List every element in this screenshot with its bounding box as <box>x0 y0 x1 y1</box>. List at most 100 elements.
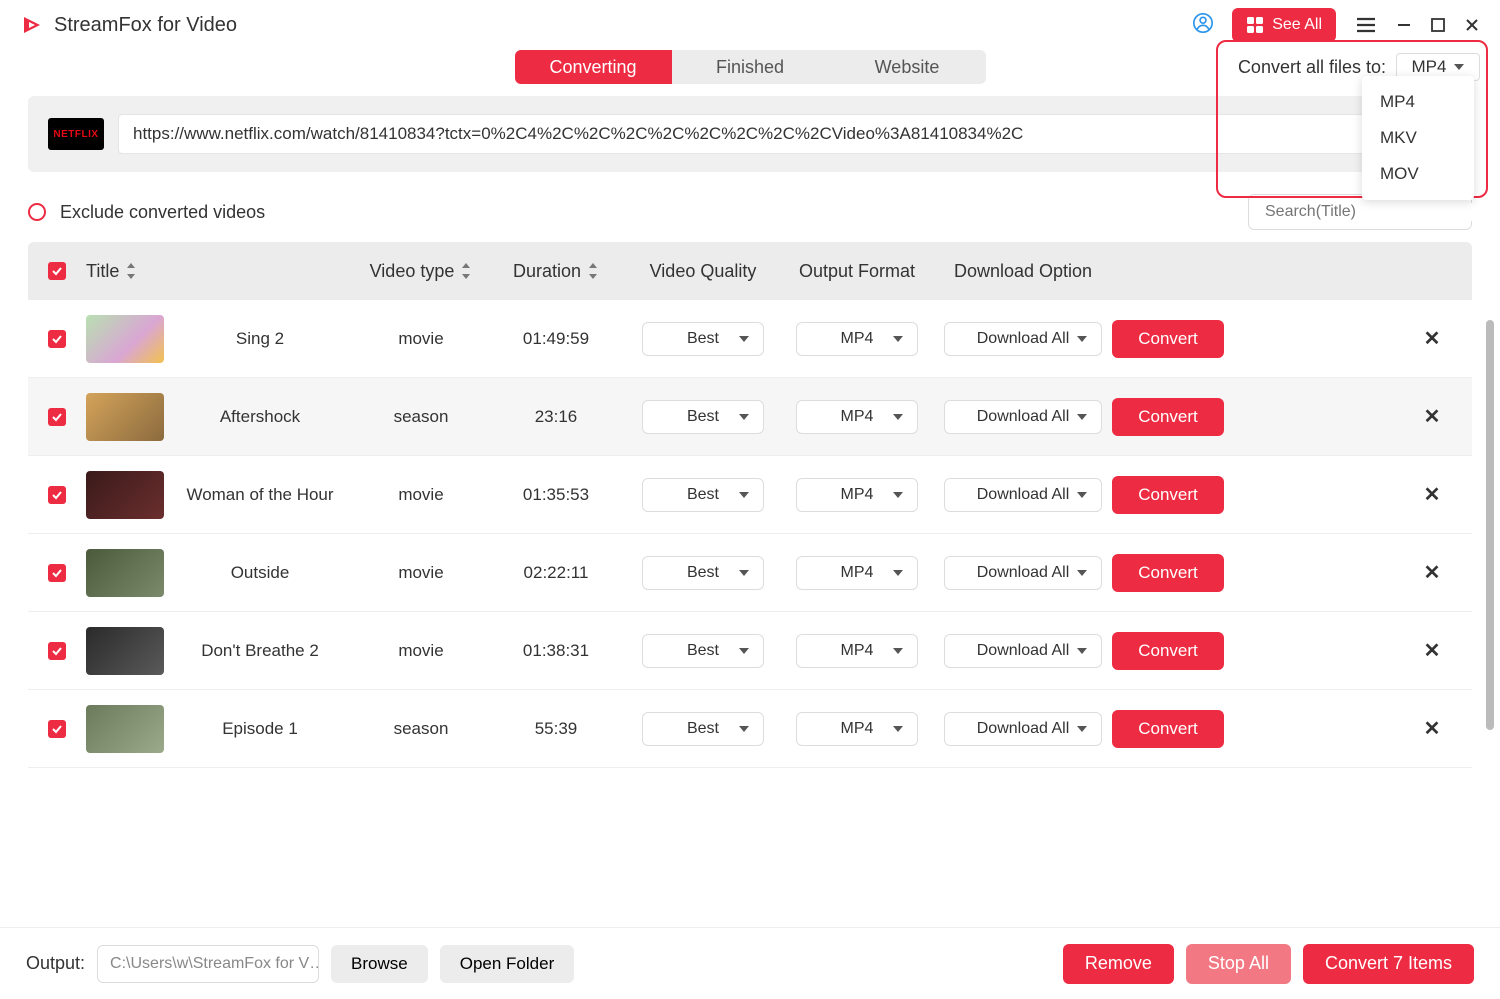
row-checkbox[interactable] <box>48 720 66 738</box>
convert-button[interactable]: Convert <box>1112 398 1224 436</box>
quality-select[interactable]: Best <box>642 712 764 746</box>
remove-row-icon[interactable]: ✕ <box>1412 638 1452 663</box>
format-select[interactable]: MP4 <box>796 322 918 356</box>
caret-down-icon <box>739 570 749 576</box>
table: Title Video type Duration Video Quality … <box>28 242 1472 768</box>
video-type: season <box>356 407 486 427</box>
remove-row-icon[interactable]: ✕ <box>1412 326 1452 351</box>
format-option-mp4[interactable]: MP4 <box>1362 84 1474 120</box>
quality-select[interactable]: Best <box>642 400 764 434</box>
column-quality: Video Quality <box>626 261 780 282</box>
caret-down-icon <box>893 492 903 498</box>
quality-select[interactable]: Best <box>642 322 764 356</box>
table-row: Sing 2 movie 01:49:59 Best MP4 Download … <box>28 300 1472 378</box>
convert-items-button[interactable]: Convert 7 Items <box>1303 944 1474 984</box>
download-select[interactable]: Download All <box>944 556 1102 590</box>
caret-down-icon <box>1077 492 1087 498</box>
remove-row-icon[interactable]: ✕ <box>1412 482 1452 507</box>
remove-row-icon[interactable]: ✕ <box>1412 404 1452 429</box>
tab-converting[interactable]: Converting <box>515 50 672 84</box>
quality-select[interactable]: Best <box>642 478 764 512</box>
footer: Output: C:\Users\w\StreamFox for V… Brow… <box>0 927 1500 999</box>
caret-down-icon <box>893 336 903 342</box>
filter-row: Exclude converted videos <box>0 172 1500 242</box>
remove-row-icon[interactable]: ✕ <box>1412 560 1452 585</box>
browse-button[interactable]: Browse <box>331 945 428 983</box>
remove-row-icon[interactable]: ✕ <box>1412 716 1452 741</box>
format-option-mkv[interactable]: MKV <box>1362 120 1474 156</box>
caret-down-icon <box>893 414 903 420</box>
minimize-icon[interactable] <box>1396 17 1412 33</box>
remove-button[interactable]: Remove <box>1063 944 1174 984</box>
convert-button[interactable]: Convert <box>1112 476 1224 514</box>
download-select[interactable]: Download All <box>944 322 1102 356</box>
video-title: Aftershock <box>164 407 356 427</box>
table-row: Outside movie 02:22:11 Best MP4 Download… <box>28 534 1472 612</box>
title-search-input[interactable] <box>1265 203 1472 221</box>
column-title[interactable]: Title <box>66 261 356 282</box>
video-thumbnail <box>86 627 164 675</box>
quality-select[interactable]: Best <box>642 556 764 590</box>
stop-all-button[interactable]: Stop All <box>1186 944 1291 984</box>
convert-button[interactable]: Convert <box>1112 320 1224 358</box>
tab-website[interactable]: Website <box>829 50 986 84</box>
video-thumbnail <box>86 315 164 363</box>
caret-down-icon <box>893 648 903 654</box>
download-select[interactable]: Download All <box>944 478 1102 512</box>
circle-icon <box>28 203 46 221</box>
tabs: Converting Finished Website <box>515 50 986 84</box>
format-option-mov[interactable]: MOV <box>1362 156 1474 192</box>
convert-button[interactable]: Convert <box>1112 632 1224 670</box>
convert-button[interactable]: Convert <box>1112 710 1224 748</box>
video-title: Outside <box>164 563 356 583</box>
see-all-label: See All <box>1272 16 1322 34</box>
video-duration: 01:49:59 <box>486 329 626 349</box>
exclude-toggle[interactable]: Exclude converted videos <box>28 202 265 223</box>
format-select[interactable]: MP4 <box>796 556 918 590</box>
see-all-button[interactable]: See All <box>1232 8 1336 42</box>
convert-button[interactable]: Convert <box>1112 554 1224 592</box>
format-select[interactable]: MP4 <box>796 478 918 512</box>
quality-select[interactable]: Best <box>642 634 764 668</box>
column-type[interactable]: Video type <box>356 261 486 282</box>
video-title: Sing 2 <box>164 329 356 349</box>
row-checkbox[interactable] <box>48 408 66 426</box>
download-select[interactable]: Download All <box>944 712 1102 746</box>
app-logo: StreamFox for Video <box>20 13 237 37</box>
format-select[interactable]: MP4 <box>796 712 918 746</box>
url-bar: NETFLIX S <box>28 96 1472 172</box>
scrollbar-thumb[interactable] <box>1486 320 1494 730</box>
maximize-icon[interactable] <box>1430 17 1446 33</box>
grid-icon <box>1246 16 1264 34</box>
download-select[interactable]: Download All <box>944 400 1102 434</box>
convert-all-value: MP4 <box>1412 57 1447 77</box>
table-row: Episode 1 season 55:39 Best MP4 Download… <box>28 690 1472 768</box>
caret-down-icon <box>1454 64 1464 70</box>
column-duration[interactable]: Duration <box>486 261 626 282</box>
format-select[interactable]: MP4 <box>796 634 918 668</box>
caret-down-icon <box>1077 570 1087 576</box>
row-checkbox[interactable] <box>48 486 66 504</box>
url-input[interactable] <box>118 114 1375 154</box>
video-thumbnail <box>86 471 164 519</box>
format-select[interactable]: MP4 <box>796 400 918 434</box>
tab-finished[interactable]: Finished <box>672 50 829 84</box>
menu-icon[interactable] <box>1354 13 1378 37</box>
output-path[interactable]: C:\Users\w\StreamFox for V… <box>97 945 319 983</box>
video-duration: 02:22:11 <box>486 563 626 583</box>
account-icon[interactable] <box>1192 12 1214 39</box>
row-checkbox[interactable] <box>48 642 66 660</box>
video-title: Don't Breathe 2 <box>164 641 356 661</box>
sort-icon <box>125 263 137 279</box>
row-checkbox[interactable] <box>48 330 66 348</box>
row-checkbox[interactable] <box>48 564 66 582</box>
select-all-checkbox[interactable] <box>48 262 66 280</box>
caret-down-icon <box>1077 336 1087 342</box>
download-select[interactable]: Download All <box>944 634 1102 668</box>
sort-icon <box>587 263 599 279</box>
app-title: StreamFox for Video <box>54 14 237 37</box>
close-window-icon[interactable] <box>1464 17 1480 33</box>
caret-down-icon <box>893 726 903 732</box>
caret-down-icon <box>1077 414 1087 420</box>
open-folder-button[interactable]: Open Folder <box>440 945 575 983</box>
